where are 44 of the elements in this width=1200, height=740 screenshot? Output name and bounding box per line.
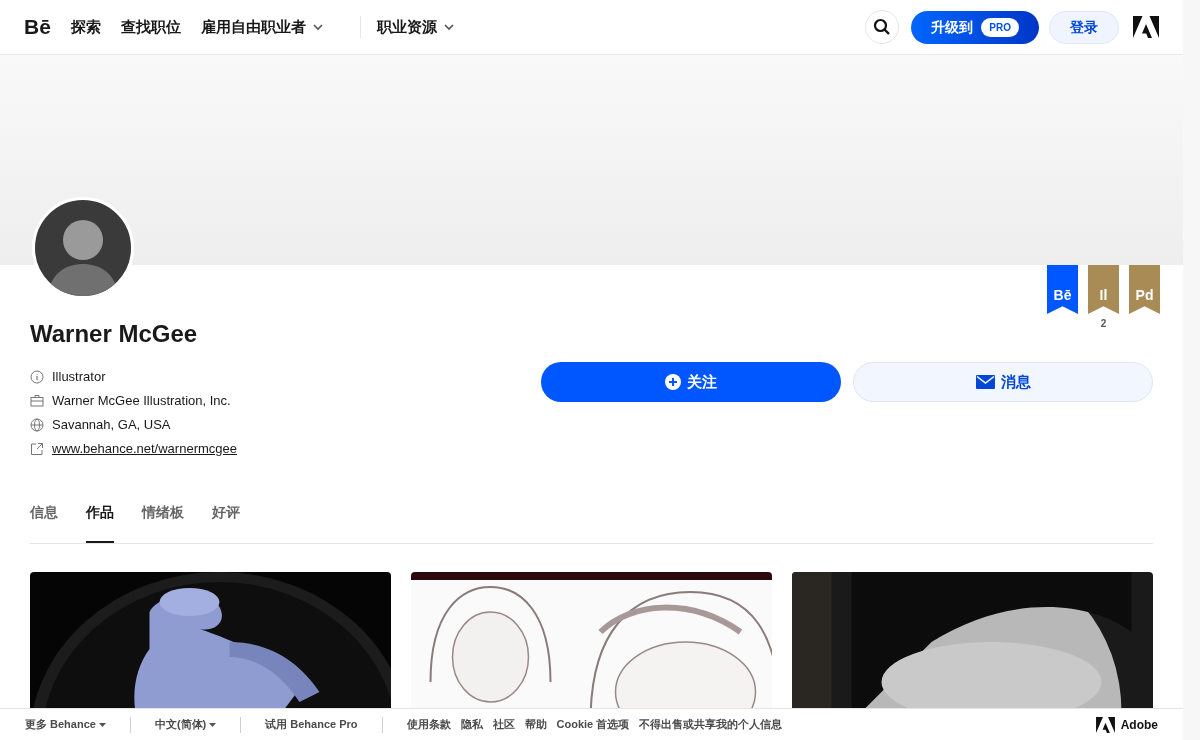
info-icon bbox=[30, 369, 44, 384]
globe-icon bbox=[30, 417, 44, 432]
award-count: 2 bbox=[1100, 317, 1107, 331]
nav-link[interactable]: 探索 bbox=[70, 15, 101, 39]
behance-logo[interactable]: Bē bbox=[24, 11, 51, 43]
profile-detail: Illustrator bbox=[52, 367, 106, 386]
briefcase-icon bbox=[30, 394, 44, 407]
footer-link[interactable]: 帮助 bbox=[524, 716, 547, 733]
website-link[interactable]: www.behance.net/warnermcgee bbox=[52, 438, 237, 459]
adobe-logo bbox=[1095, 716, 1115, 733]
footer-link[interactable]: Cookie 首选项 bbox=[556, 716, 630, 733]
footer-link[interactable]: 更多 Behance bbox=[25, 716, 106, 733]
profile-tab[interactable]: 信息 bbox=[30, 502, 58, 543]
adobe-logo[interactable] bbox=[1133, 16, 1159, 38]
profile-tab[interactable]: 作品 bbox=[86, 502, 114, 543]
footer-link[interactable]: 社区 bbox=[492, 716, 515, 733]
nav-link[interactable]: 雇用自由职业者 bbox=[200, 15, 324, 39]
pro-badge: PRO bbox=[981, 17, 1019, 37]
envelope-icon bbox=[975, 375, 995, 389]
message-button[interactable]: 消息 bbox=[853, 362, 1153, 402]
adobe-brand: Adobe bbox=[1120, 716, 1158, 734]
login-button[interactable]: 登录 bbox=[1049, 10, 1119, 44]
profile-detail: Warner McGee Illustration, Inc. bbox=[52, 391, 231, 410]
nav-link[interactable]: 职业资源 bbox=[376, 15, 455, 39]
profile-tab[interactable]: 好评 bbox=[212, 502, 240, 543]
external-link-icon bbox=[30, 441, 44, 456]
footer-link[interactable]: 使用条款 bbox=[406, 716, 451, 733]
footer-link[interactable]: 试用 Behance Pro bbox=[265, 716, 358, 733]
profile-name: Warner McGee bbox=[30, 319, 199, 349]
follow-button[interactable]: 关注 bbox=[541, 362, 841, 402]
award-ribbon[interactable]: Bē bbox=[1047, 265, 1078, 314]
footer-link[interactable]: 中文(简体) bbox=[154, 716, 217, 733]
chevron-icon bbox=[311, 21, 324, 33]
footer-link[interactable]: 不得出售或共享我的个人信息 bbox=[639, 716, 783, 733]
caret-icon bbox=[209, 722, 217, 727]
footer-link[interactable]: 隐私 bbox=[460, 716, 483, 733]
profile-tab[interactable]: 情绪板 bbox=[142, 502, 184, 543]
upgrade-button[interactable]: 升级到 PRO bbox=[911, 10, 1039, 44]
search-icon bbox=[873, 18, 892, 36]
profile-detail: Savannah, GA, USA bbox=[52, 415, 171, 434]
caret-icon bbox=[98, 722, 106, 727]
plus-icon bbox=[665, 374, 681, 390]
chevron-icon bbox=[442, 21, 455, 33]
nav-link[interactable]: 查找职位 bbox=[120, 15, 181, 39]
